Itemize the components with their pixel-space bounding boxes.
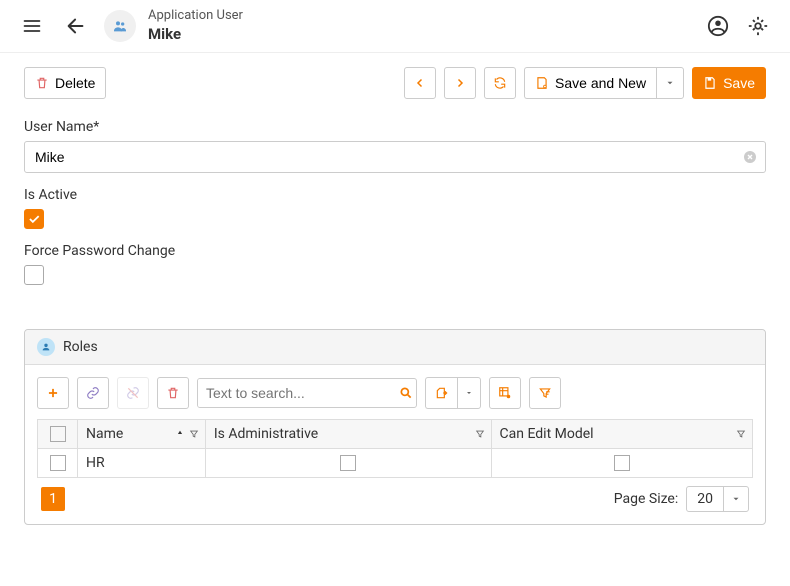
roles-icon	[37, 338, 55, 356]
save-label: Save	[723, 75, 755, 91]
save-button[interactable]: Save	[692, 67, 766, 99]
next-record-button[interactable]	[444, 67, 476, 99]
delete-button[interactable]: Delete	[24, 67, 106, 99]
save-and-new-button[interactable]: Save and New	[524, 67, 656, 99]
menu-button[interactable]	[16, 10, 48, 42]
refresh-button[interactable]	[484, 67, 516, 99]
page-title: Mike	[148, 25, 690, 45]
filter-editor-button[interactable]	[529, 377, 561, 409]
unlink-role-button[interactable]	[117, 377, 149, 409]
page-size-label: Page Size:	[614, 491, 679, 507]
sort-icon[interactable]	[175, 429, 185, 439]
row-checkbox[interactable]	[50, 455, 66, 471]
entity-type-label: Application User	[148, 8, 690, 25]
delete-label: Delete	[55, 75, 95, 91]
can-edit-checkbox[interactable]	[614, 455, 630, 471]
save-and-new-label: Save and New	[555, 75, 646, 91]
roles-title: Roles	[63, 339, 98, 355]
force-password-label: Force Password Change	[24, 243, 766, 259]
account-button[interactable]	[702, 10, 734, 42]
add-role-button[interactable]	[37, 377, 69, 409]
trash-icon	[35, 76, 49, 90]
page-size-value: 20	[687, 487, 724, 511]
roles-search-input[interactable]	[198, 379, 395, 407]
export-button[interactable]	[425, 377, 457, 409]
filter-icon[interactable]	[475, 429, 485, 439]
is-admin-checkbox[interactable]	[340, 455, 356, 471]
user-name-label: User Name*	[24, 119, 766, 135]
filter-icon[interactable]	[189, 429, 199, 439]
filter-icon[interactable]	[736, 429, 746, 439]
roles-search-button[interactable]	[395, 379, 416, 407]
cell-name: HR	[78, 449, 206, 478]
save-icon	[703, 76, 717, 90]
page-size-select[interactable]: 20	[686, 486, 749, 512]
entity-icon	[104, 10, 136, 42]
prev-record-button[interactable]	[404, 67, 436, 99]
link-role-button[interactable]	[77, 377, 109, 409]
column-can-edit[interactable]: Can Edit Model	[491, 420, 752, 449]
save-and-new-dropdown[interactable]	[656, 67, 684, 99]
settings-button[interactable]	[742, 10, 774, 42]
is-active-checkbox[interactable]	[24, 209, 44, 229]
column-chooser-button[interactable]	[489, 377, 521, 409]
save-new-icon	[535, 76, 549, 90]
select-all-header[interactable]	[38, 420, 78, 449]
page-1-button[interactable]: 1	[41, 487, 65, 511]
user-name-input[interactable]	[24, 141, 766, 173]
delete-role-button[interactable]	[157, 377, 189, 409]
export-dropdown[interactable]	[457, 377, 481, 409]
column-is-admin[interactable]: Is Administrative	[205, 420, 491, 449]
back-button[interactable]	[60, 10, 92, 42]
title-block: Application User Mike	[148, 8, 690, 44]
is-active-label: Is Active	[24, 187, 766, 203]
force-password-checkbox[interactable]	[24, 265, 44, 285]
chevron-down-icon	[724, 487, 748, 511]
clear-input-button[interactable]	[742, 149, 758, 165]
column-name[interactable]: Name	[78, 420, 206, 449]
table-row[interactable]: HR	[38, 449, 753, 478]
